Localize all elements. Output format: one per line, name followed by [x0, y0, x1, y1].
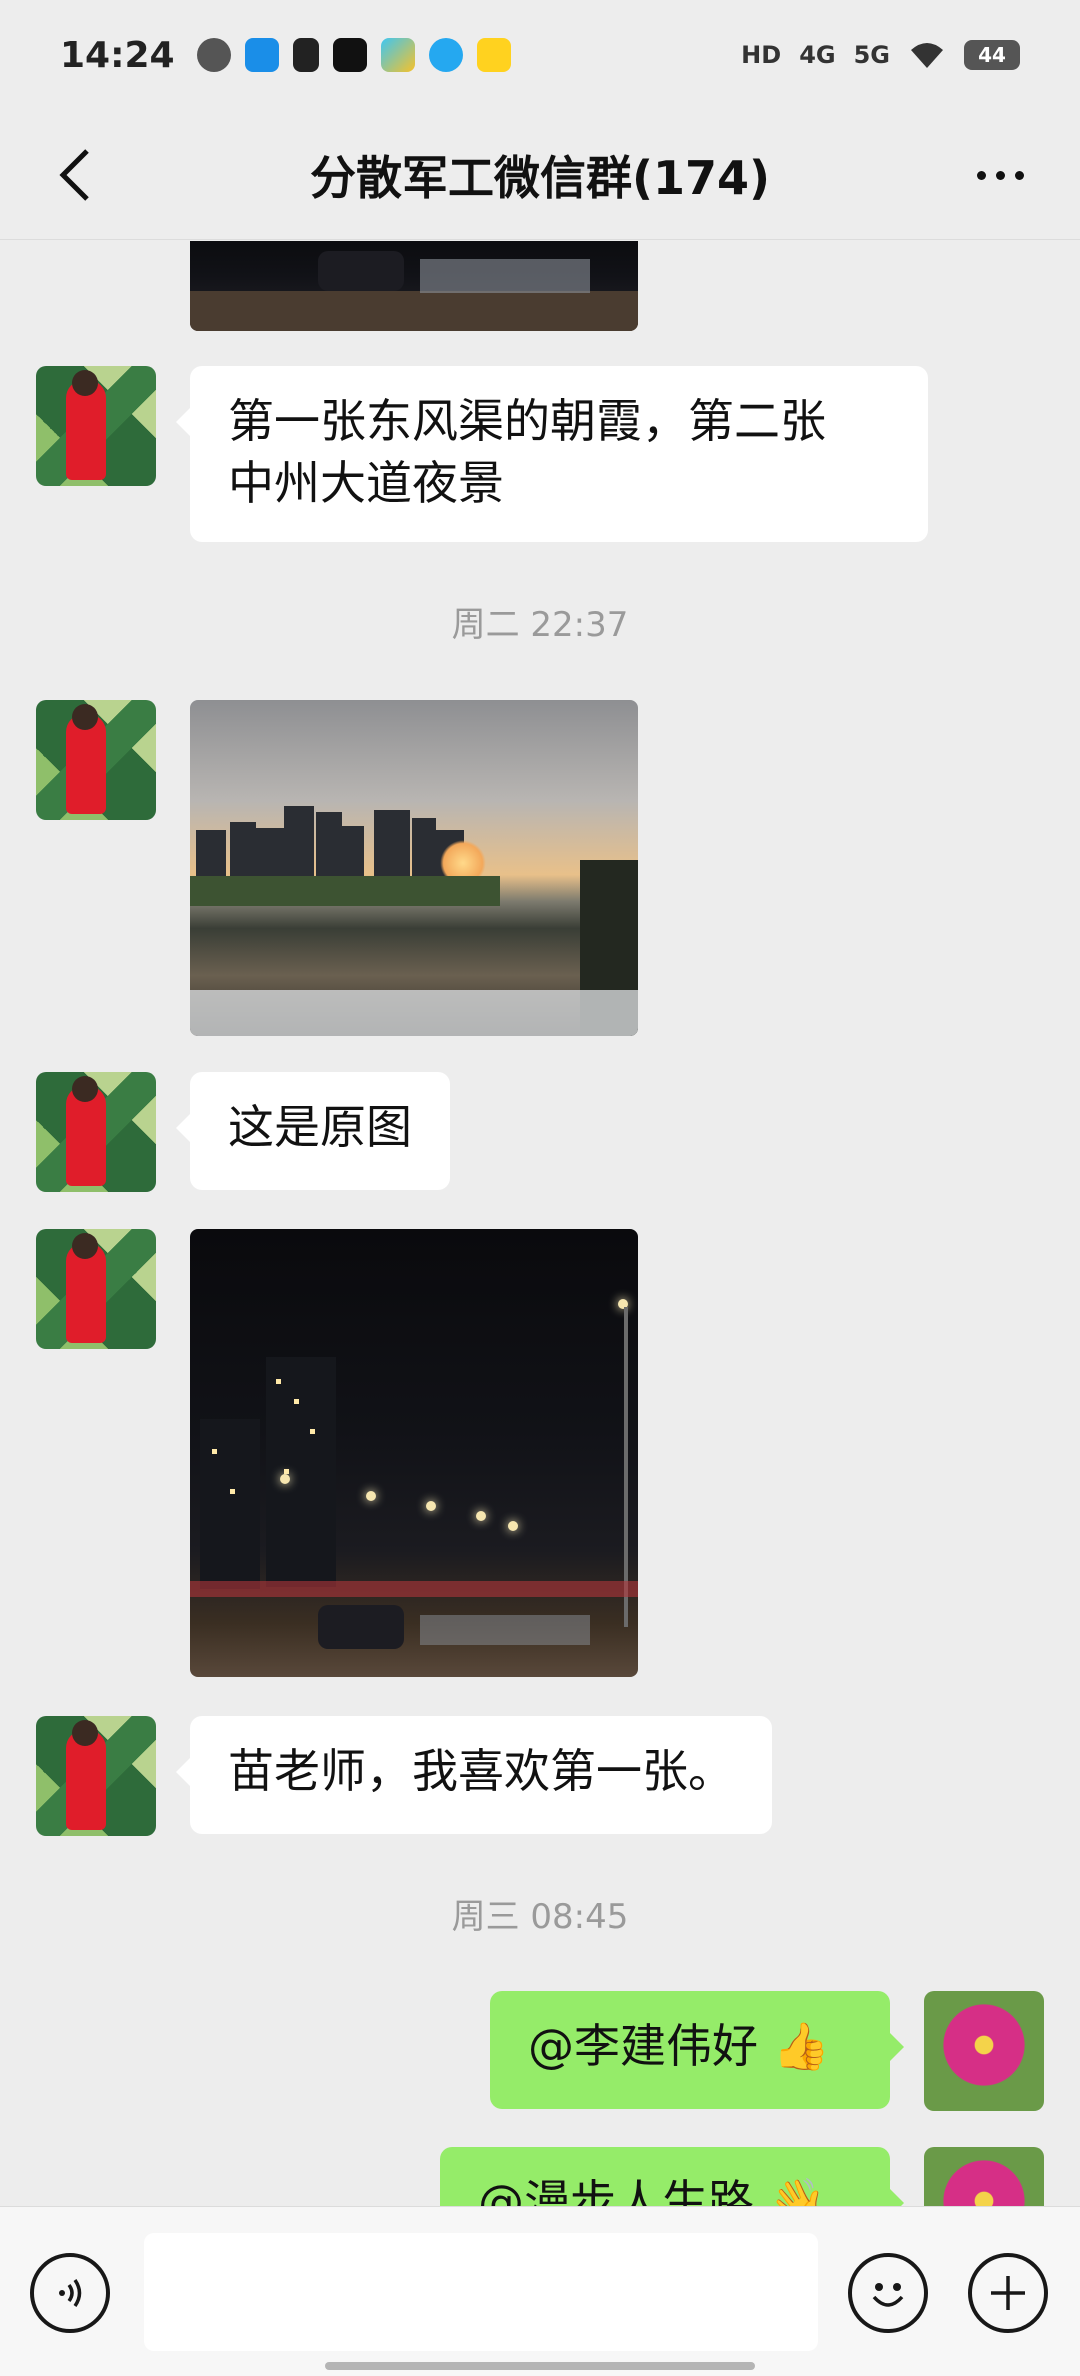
railing-shape: [420, 1615, 590, 1645]
sunset-river-photo[interactable]: [190, 700, 638, 1036]
building-shape: [196, 830, 226, 878]
chat-message-list[interactable]: 第一张东风渠的朝霞，第二张 中州大道夜景 周二 22:37 这是原图 苗老师，我…: [0, 241, 1080, 2206]
car-shape: [318, 1605, 404, 1649]
signal-4g: 4G: [799, 41, 836, 69]
avatar-self[interactable]: [924, 2147, 1044, 2206]
window-light: [294, 1399, 299, 1404]
meituan-icon: [476, 38, 511, 72]
building-shape: [230, 822, 256, 880]
video-icon: [380, 38, 415, 72]
message-text-line: 中州大道夜景: [228, 456, 504, 510]
building-shape: [266, 1357, 336, 1587]
avatar[interactable]: [36, 366, 156, 486]
message-text: 苗老师，我喜欢第一张。: [228, 1744, 734, 1798]
chat-header: 分散军工微信群(174): [0, 110, 1080, 240]
avatar-head: [72, 1233, 98, 1259]
street-light: [476, 1511, 486, 1521]
avatar[interactable]: [36, 1229, 156, 1349]
avatar-head: [72, 370, 98, 396]
road-shape: [190, 291, 638, 331]
message-timestamp: 周三 08:45: [451, 1897, 629, 1937]
avatar-head: [72, 1076, 98, 1102]
wifi-icon: [911, 43, 943, 68]
message-bubble[interactable]: 这是原图: [176, 1072, 450, 1190]
bilibili-icon: [244, 38, 279, 72]
chat-icon: [196, 38, 231, 72]
window-light: [276, 1379, 281, 1384]
street-light: [280, 1474, 290, 1484]
emoji-icon: [872, 2283, 904, 2307]
trees-shape: [190, 876, 500, 906]
bridge-lights: [190, 1581, 638, 1597]
message-bubble-self[interactable]: @李建伟好 👍: [490, 1991, 904, 2109]
home-indicator[interactable]: [325, 2362, 755, 2370]
building-shape: [412, 818, 436, 878]
input-bar: [0, 2206, 1080, 2376]
message-bubble[interactable]: 苗老师，我喜欢第一张。: [176, 1716, 772, 1834]
avatar[interactable]: [36, 1072, 156, 1192]
capcut-icon: [332, 38, 367, 72]
building-shape: [284, 806, 314, 878]
street-light: [426, 1501, 436, 1511]
message-text-line: 第一张东风渠的朝霞，第二张: [228, 394, 826, 448]
window-light: [230, 1489, 235, 1494]
street-light: [508, 1521, 518, 1531]
battery-icon: 44: [964, 40, 1020, 70]
chat-title: 分散军工微信群(174): [309, 150, 771, 205]
more-functions-button[interactable]: [968, 2253, 1048, 2333]
status-time: 14:24: [60, 34, 175, 76]
message-timestamp: 周二 22:37: [451, 605, 629, 645]
hd-indicator: HD: [741, 41, 782, 69]
qq-icon: [428, 38, 463, 72]
street-light: [366, 1491, 376, 1501]
window-light: [310, 1429, 315, 1434]
more-dot-icon: [976, 170, 986, 180]
plus-icon: [991, 2276, 1025, 2310]
avatar-self[interactable]: [924, 1991, 1044, 2111]
building-shape: [340, 826, 364, 878]
window-light: [212, 1449, 217, 1454]
message-text: @李建伟好 👍: [528, 2019, 830, 2073]
message-bubble-self[interactable]: @漫步人生路 👋: [440, 2147, 904, 2206]
lamp-post: [624, 1307, 628, 1627]
building-shape: [200, 1419, 260, 1589]
back-arrow-icon: [59, 149, 89, 201]
tiktok-icon: [292, 38, 319, 72]
avatar-head: [72, 1720, 98, 1746]
signal-5g: 5G: [853, 41, 890, 69]
more-dot-icon: [1014, 170, 1024, 180]
message-bubble[interactable]: 第一张东风渠的朝霞，第二张 中州大道夜景: [176, 366, 928, 542]
building-shape: [374, 810, 410, 878]
status-bar: 14:24 HD 4G 5G 44: [0, 0, 1080, 110]
avatar[interactable]: [36, 700, 156, 820]
message-text: @漫步人生路 👋: [478, 2175, 826, 2206]
building-shape: [256, 828, 284, 878]
night-street-photo[interactable]: [190, 1229, 638, 1677]
notification-icons: [196, 38, 511, 72]
railing-shape: [190, 990, 638, 1036]
back-button[interactable]: [40, 140, 110, 210]
more-dot-icon: [995, 170, 1005, 180]
car-shape: [318, 251, 404, 291]
status-right: HD 4G 5G 44: [741, 40, 1020, 70]
partial-image-message[interactable]: [190, 241, 638, 331]
avatar[interactable]: [36, 1716, 156, 1836]
message-text: 这是原图: [228, 1100, 412, 1154]
voice-icon: [59, 2279, 82, 2307]
emoji-button[interactable]: [848, 2253, 928, 2333]
building-shape: [316, 812, 342, 878]
message-input[interactable]: [144, 2233, 818, 2351]
voice-input-button[interactable]: [30, 2253, 110, 2333]
avatar-head: [72, 704, 98, 730]
railing-shape: [420, 259, 590, 293]
more-options-button[interactable]: [960, 140, 1040, 210]
